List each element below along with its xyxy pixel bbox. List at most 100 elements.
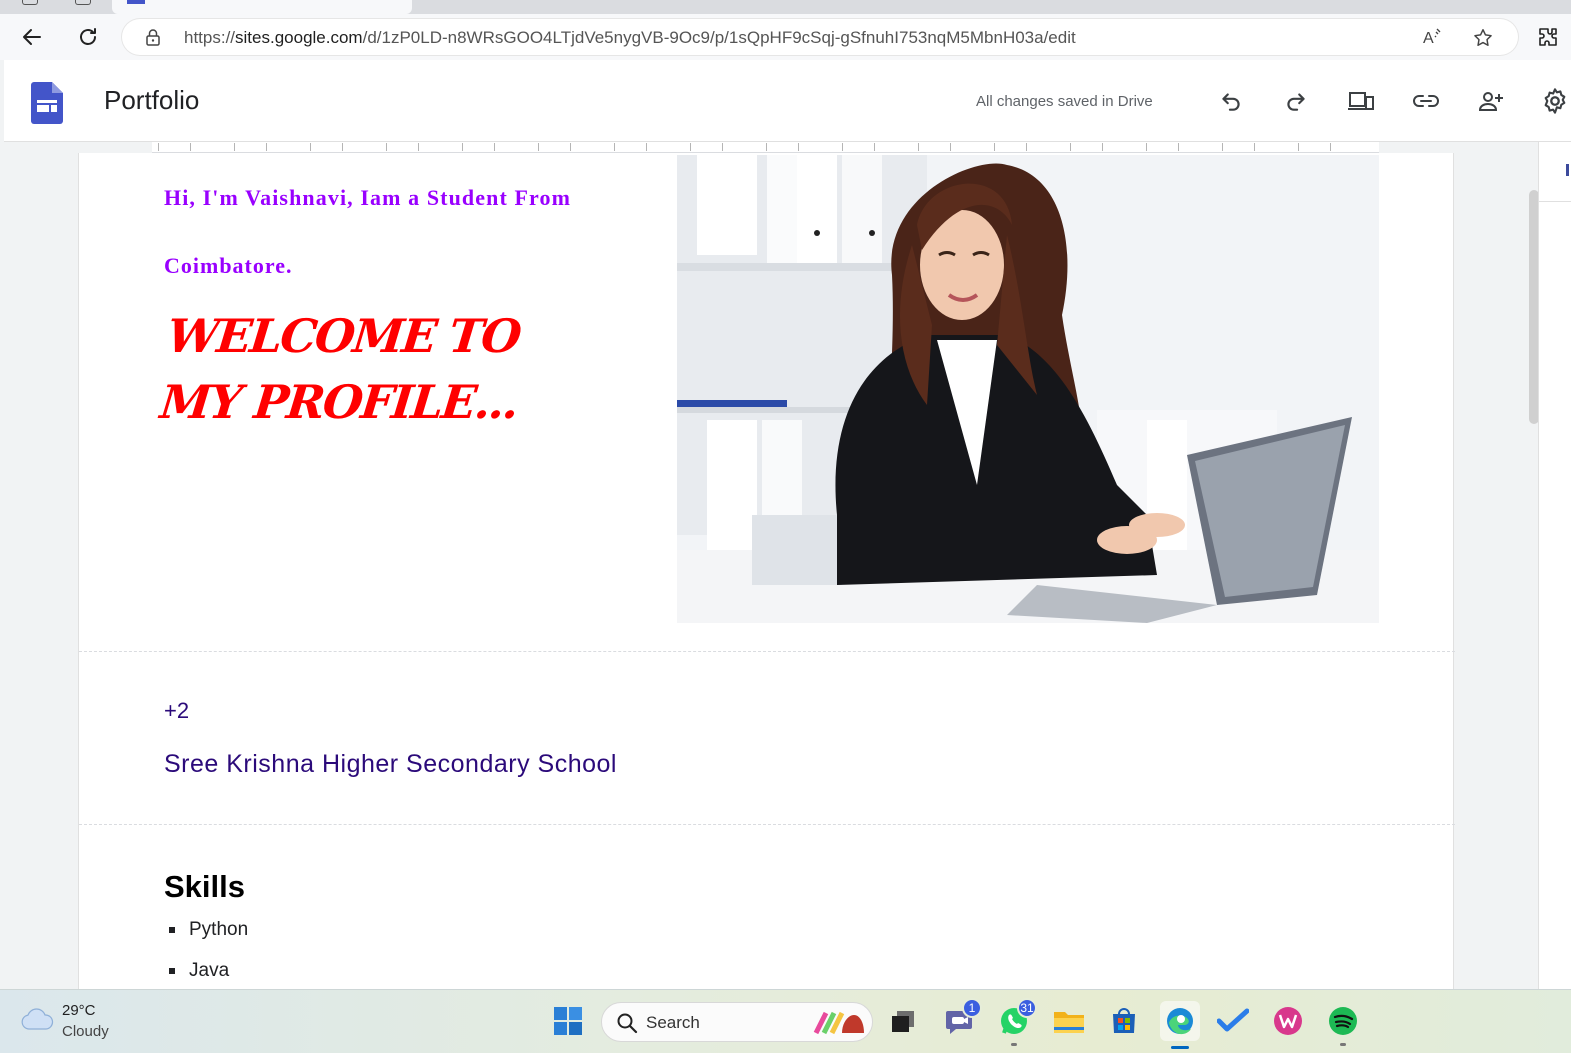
ruler-tick: [874, 143, 875, 151]
ruler-tick: [158, 143, 159, 151]
active-indicator: [1171, 1046, 1189, 1049]
right-side-panel: [1538, 142, 1571, 989]
skill-item[interactable]: Java: [169, 960, 248, 989]
ruler-tick: [190, 143, 191, 151]
education-level[interactable]: +2: [164, 698, 189, 724]
section-ruler: [152, 142, 1379, 153]
ruler-tick: [614, 143, 615, 151]
site-title[interactable]: Portfolio: [104, 85, 199, 116]
ruler-tick: [1298, 143, 1299, 151]
bullet-icon: [169, 927, 175, 933]
extensions-icon[interactable]: [1532, 21, 1564, 53]
task-view-icon[interactable]: [886, 1004, 920, 1038]
share-person-icon[interactable]: [1476, 86, 1506, 116]
search-highlight-icon: [812, 1007, 868, 1042]
teams-chat-icon[interactable]: 1: [942, 998, 982, 1038]
school-name[interactable]: Sree Krishna Higher Secondary School: [164, 750, 617, 779]
ruler-tick: [1330, 143, 1331, 151]
ruler-tick: [418, 143, 419, 151]
ruler-tick: [1254, 143, 1255, 151]
search-label: Search: [646, 1013, 700, 1032]
ruler-tick: [918, 143, 919, 151]
ruler-tick: [842, 143, 843, 151]
intro-text-line1[interactable]: Hi, I'm Vaishnavi, Iam a Student From: [164, 185, 571, 211]
cloud-icon[interactable]: [20, 1007, 54, 1036]
file-explorer-icon[interactable]: [1052, 1004, 1086, 1038]
back-arrow-icon[interactable]: [16, 21, 48, 53]
editor-canvas: Hi, I'm Vaishnavi, Iam a Student From Co…: [0, 153, 1538, 989]
panel-tab-indicator[interactable]: [1566, 164, 1569, 176]
skills-heading[interactable]: Skills: [164, 869, 245, 905]
redo-icon[interactable]: [1281, 86, 1311, 116]
ruler-tick: [234, 143, 235, 151]
tab-icon[interactable]: [75, 0, 91, 5]
welcome-heading[interactable]: WELCOME TO MY PROFILE...: [157, 303, 611, 435]
weather-temperature[interactable]: 29°C: [62, 1002, 96, 1019]
intro-text-line2[interactable]: Coimbatore.: [164, 253, 293, 279]
section-divider: [79, 824, 1455, 825]
ruler-tick: [1102, 143, 1103, 151]
ruler-tick: [1146, 143, 1147, 151]
bullet-icon: [169, 968, 175, 974]
ruler-tick: [994, 143, 995, 151]
preview-devices-icon[interactable]: [1346, 86, 1376, 116]
skill-item[interactable]: Python: [169, 919, 248, 960]
start-windows-icon[interactable]: [551, 1004, 585, 1038]
taskbar-search-box[interactable]: Search: [601, 1002, 873, 1042]
ruler-tick: [1178, 143, 1179, 151]
star-icon[interactable]: [1472, 27, 1494, 54]
settings-gear-icon[interactable]: [1540, 86, 1570, 116]
ruler-tick: [1070, 143, 1071, 151]
google-sites-tab-icon: [127, 0, 145, 4]
browser-tab-strip: [0, 0, 1571, 14]
ruler-tick: [310, 143, 311, 151]
site-page: Hi, I'm Vaishnavi, Iam a Student From Co…: [78, 153, 1455, 989]
ruler-tick: [798, 143, 799, 151]
ruler-tick: [1026, 143, 1027, 151]
ruler-tick: [342, 143, 343, 151]
running-indicator: [1011, 1043, 1017, 1046]
ruler-tick: [538, 143, 539, 151]
skills-list: Python Java: [169, 919, 248, 989]
read-aloud-icon[interactable]: A: [1422, 27, 1444, 52]
ruler-tick: [950, 143, 951, 151]
undo-icon[interactable]: [1216, 86, 1246, 116]
todo-check-icon[interactable]: [1216, 1004, 1250, 1038]
reload-icon[interactable]: [72, 21, 104, 53]
whatsapp-badge: 31: [1017, 998, 1037, 1018]
ruler-tick: [646, 143, 647, 151]
ruler-tick: [766, 143, 767, 151]
skill-label: Java: [189, 960, 230, 981]
address-bar[interactable]: https://sites.google.com/d/1zP0LD-n8WRsG…: [122, 19, 1518, 55]
ruler-tick: [266, 143, 267, 151]
browser-toolbar: https://sites.google.com/d/1zP0LD-n8WRsG…: [0, 14, 1571, 60]
wps-office-icon[interactable]: [1271, 1004, 1305, 1038]
search-icon: [616, 1012, 638, 1039]
link-icon[interactable]: [1411, 86, 1441, 116]
save-status: All changes saved in Drive: [976, 93, 1153, 110]
whatsapp-icon[interactable]: 31: [997, 998, 1037, 1046]
ruler-tick: [494, 143, 495, 151]
tab-icon[interactable]: [22, 0, 38, 5]
ruler-tick: [690, 143, 691, 151]
edge-browser-icon[interactable]: [1160, 1001, 1200, 1049]
ruler-tick: [722, 143, 723, 151]
sites-editor-header: Portfolio All changes saved in Drive: [4, 60, 1571, 142]
ruler-tick: [570, 143, 571, 151]
section-divider: [79, 651, 1455, 652]
running-indicator: [1340, 1043, 1346, 1046]
panel-divider: [1539, 201, 1571, 202]
active-tab[interactable]: [112, 0, 412, 14]
weather-condition[interactable]: Cloudy: [62, 1023, 109, 1040]
teams-badge: 1: [962, 998, 982, 1018]
profile-photo[interactable]: [677, 155, 1379, 623]
google-sites-logo-icon[interactable]: [31, 82, 63, 129]
ruler-tick: [386, 143, 387, 151]
svg-text:A: A: [1423, 30, 1434, 47]
url-text[interactable]: https://sites.google.com/d/1zP0LD-n8WRsG…: [184, 28, 1076, 48]
windows-taskbar: 29°C Cloudy Search 1 31: [0, 989, 1571, 1053]
lock-icon[interactable]: [144, 28, 162, 51]
ruler-tick: [462, 143, 463, 151]
microsoft-store-icon[interactable]: [1107, 1004, 1141, 1038]
spotify-icon[interactable]: [1326, 1004, 1360, 1046]
